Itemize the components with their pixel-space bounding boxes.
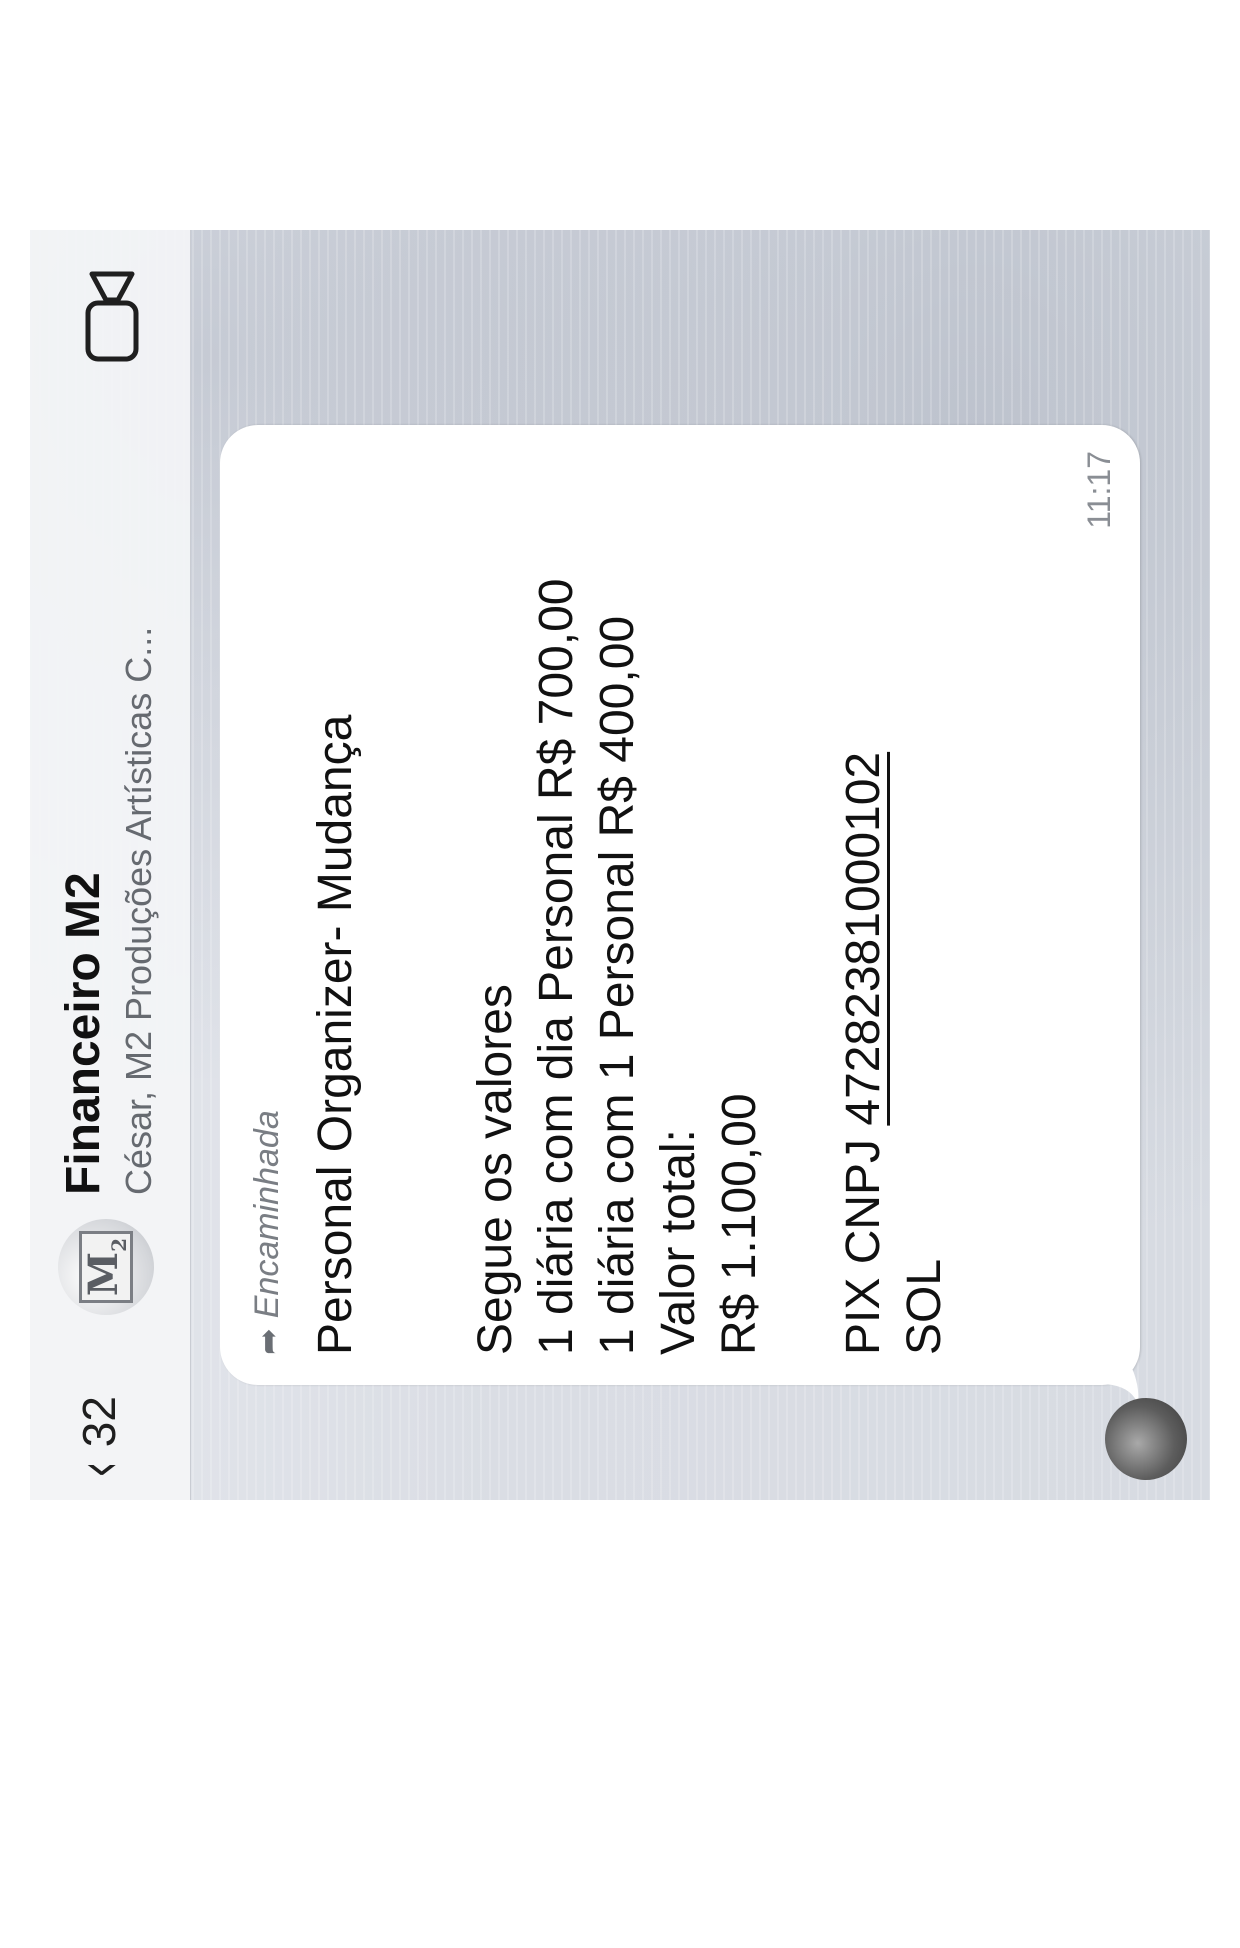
cnpj-link[interactable]: 47282381000102 <box>837 752 890 1126</box>
m2-logo: M2 <box>79 1230 133 1304</box>
message-line: R$ 1.100,00 <box>713 1093 766 1355</box>
pix-line: PIX CNPJ 47282381000102 <box>837 752 890 1355</box>
back-button[interactable]: ‹ 32 <box>62 1396 135 1482</box>
message-line: SOL <box>898 1258 951 1355</box>
group-avatar[interactable]: M2 <box>58 1219 154 1315</box>
video-camera-icon[interactable] <box>82 270 142 362</box>
message-line: 1 diária com 1 Personal R$ 400,00 <box>591 615 644 1355</box>
chat-title[interactable]: Financeiro M2 <box>56 872 111 1195</box>
message-line: Segue os valores <box>469 984 522 1355</box>
unread-count: 32 <box>73 1396 125 1448</box>
chat-screen: ‹ 32 M2 Financeiro M2 César, M2 Produçõe… <box>30 230 1210 1500</box>
chevron-left-icon: ‹ <box>62 1460 135 1479</box>
message-line: Personal Organizer- Mudança <box>309 714 362 1355</box>
forward-arrow-icon: ➦ <box>248 1328 287 1355</box>
message-line: Valor total: <box>652 1129 705 1355</box>
chat-header: ‹ 32 M2 Financeiro M2 César, M2 Produçõe… <box>30 230 191 1500</box>
forwarded-label: ➦ Encaminhada <box>248 1110 287 1355</box>
sender-avatar[interactable] <box>1105 1398 1187 1480</box>
scanned-page: ‹ 32 M2 Financeiro M2 César, M2 Produçõe… <box>0 0 1240 1948</box>
message-bubble[interactable]: ➦ Encaminhada Personal Organizer- Mudanç… <box>220 425 1140 1385</box>
bubble-tail <box>1100 1364 1139 1404</box>
message-line: 1 diária com dia Personal R$ 700,00 <box>530 578 583 1355</box>
chat-participants[interactable]: César, M2 Produções Artísticas C... <box>118 627 160 1195</box>
pix-label: PIX CNPJ <box>837 1138 890 1355</box>
forwarded-text: Encaminhada <box>248 1110 286 1319</box>
message-timestamp: 11:17 <box>1081 451 1117 529</box>
